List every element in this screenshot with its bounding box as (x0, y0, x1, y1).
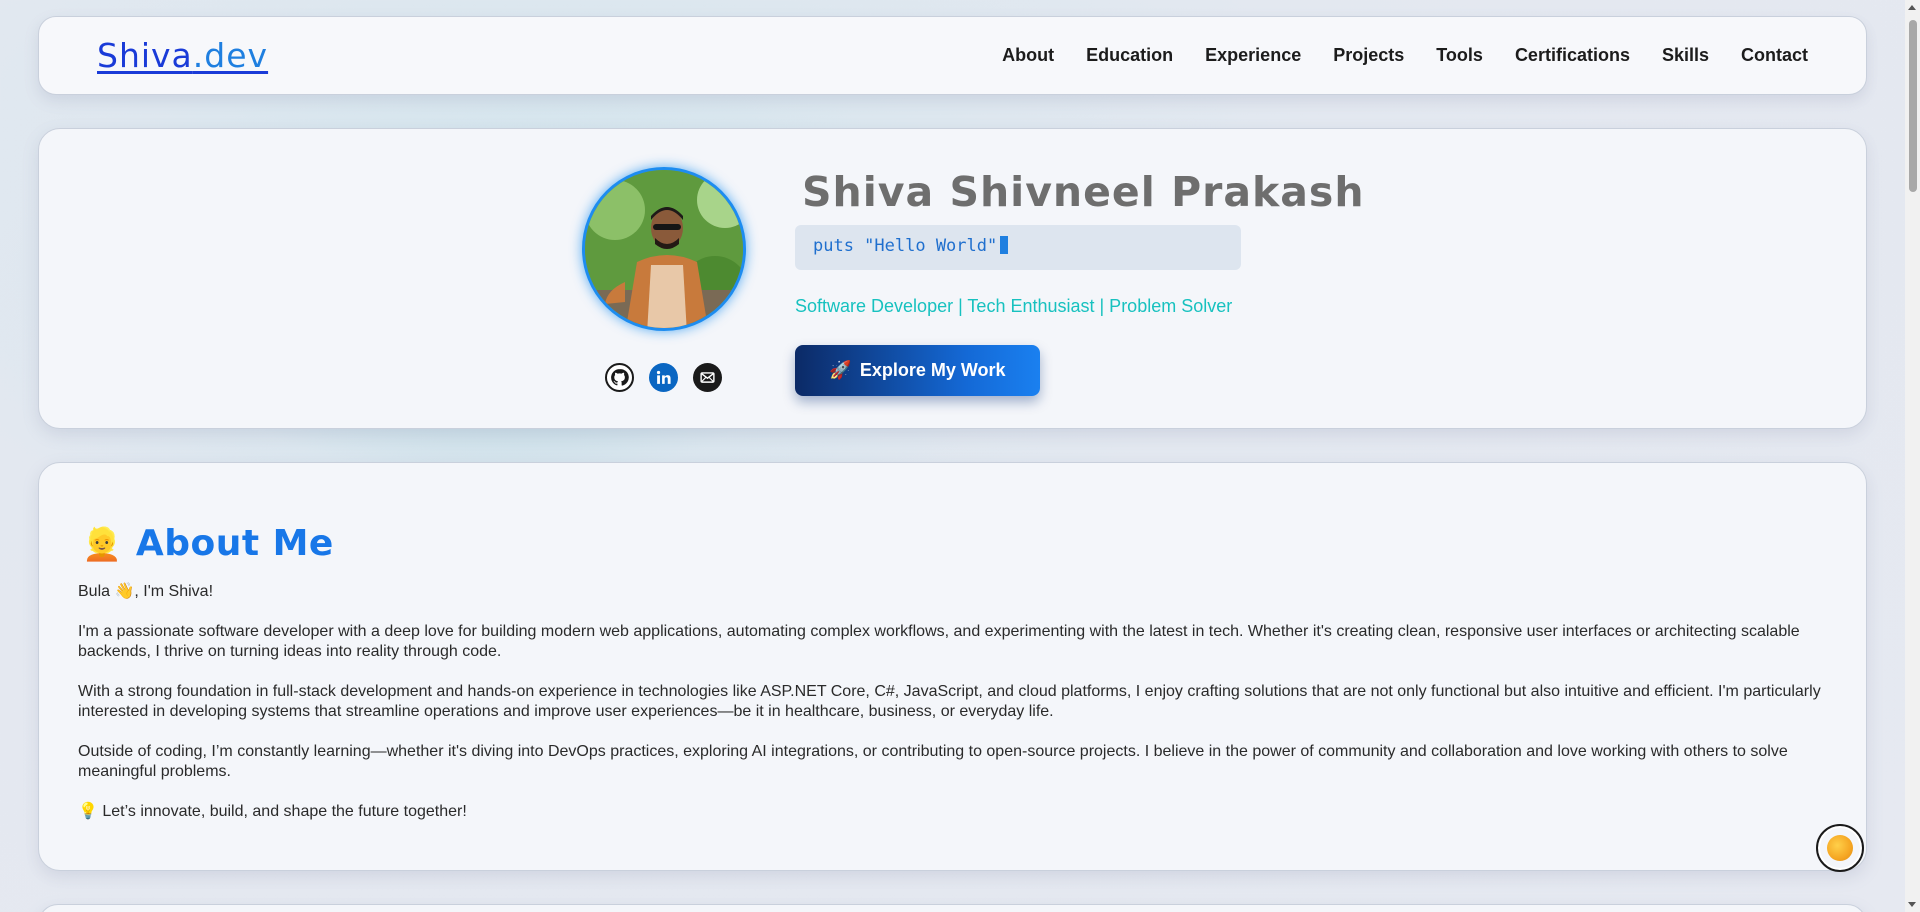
about-closing: 💡 Let’s innovate, build, and shape the f… (78, 803, 467, 820)
about-paragraph: I'm a passionate software developer with… (78, 623, 1800, 660)
linkedin-icon (656, 370, 671, 384)
scroll-down-arrow-icon[interactable] (1908, 902, 1916, 907)
profile-photo (582, 167, 746, 331)
explore-my-work-button[interactable]: 🚀 Explore My Work (795, 345, 1040, 396)
about-greeting: Bula 👋, I'm Shiva! (78, 583, 214, 600)
theme-toggle-button[interactable] (1816, 824, 1864, 872)
nav-link-contact[interactable]: Contact (1741, 45, 1808, 66)
rocket-icon: 🚀 (829, 360, 852, 380)
about-paragraph: Outside of coding, I’m constantly learni… (78, 743, 1788, 780)
email-link[interactable] (693, 363, 722, 392)
about-title: About Me (135, 523, 334, 564)
sun-icon (1827, 835, 1853, 861)
nav-link-education[interactable]: Education (1086, 45, 1173, 66)
about-heading: 👱 About Me (82, 523, 334, 564)
hero-name: Shiva Shivneel Prakash (802, 168, 1365, 216)
linkedin-link[interactable] (649, 363, 678, 392)
navbar: Shiva.dev About Education Experience Pro… (38, 16, 1867, 95)
next-section-card (38, 904, 1867, 912)
logo-domain: .dev (192, 36, 269, 75)
nav-link-skills[interactable]: Skills (1662, 45, 1709, 66)
scroll-up-arrow-icon[interactable] (1908, 5, 1916, 10)
nav-link-tools[interactable]: Tools (1436, 45, 1483, 66)
nav-link-certifications[interactable]: Certifications (1515, 45, 1630, 66)
logo-main: Shiva (97, 36, 193, 75)
person-icon: 👱 (82, 525, 122, 562)
page-scrollbar[interactable] (1905, 0, 1920, 912)
profile-photo-image (585, 170, 743, 328)
scrollbar-thumb[interactable] (1909, 20, 1917, 192)
nav-link-experience[interactable]: Experience (1205, 45, 1301, 66)
about-body: Bula 👋, I'm Shiva! I'm a passionate soft… (78, 582, 1848, 842)
typing-code-box: puts "Hello World" (795, 225, 1241, 270)
code-text: puts "Hello World" (813, 236, 998, 256)
nav-link-about[interactable]: About (1002, 45, 1054, 66)
github-icon (611, 369, 629, 386)
site-logo[interactable]: Shiva.dev (97, 36, 268, 75)
email-icon (700, 372, 715, 383)
social-links (605, 363, 722, 392)
hero-tagline: Software Developer | Tech Enthusiast | P… (795, 296, 1233, 316)
cta-label: Explore My Work (859, 360, 1006, 380)
about-paragraph: With a strong foundation in full-stack d… (78, 683, 1821, 720)
text-cursor (1000, 236, 1009, 254)
nav-links: About Education Experience Projects Tool… (970, 45, 1808, 66)
nav-link-projects[interactable]: Projects (1333, 45, 1404, 66)
github-link[interactable] (605, 363, 634, 392)
